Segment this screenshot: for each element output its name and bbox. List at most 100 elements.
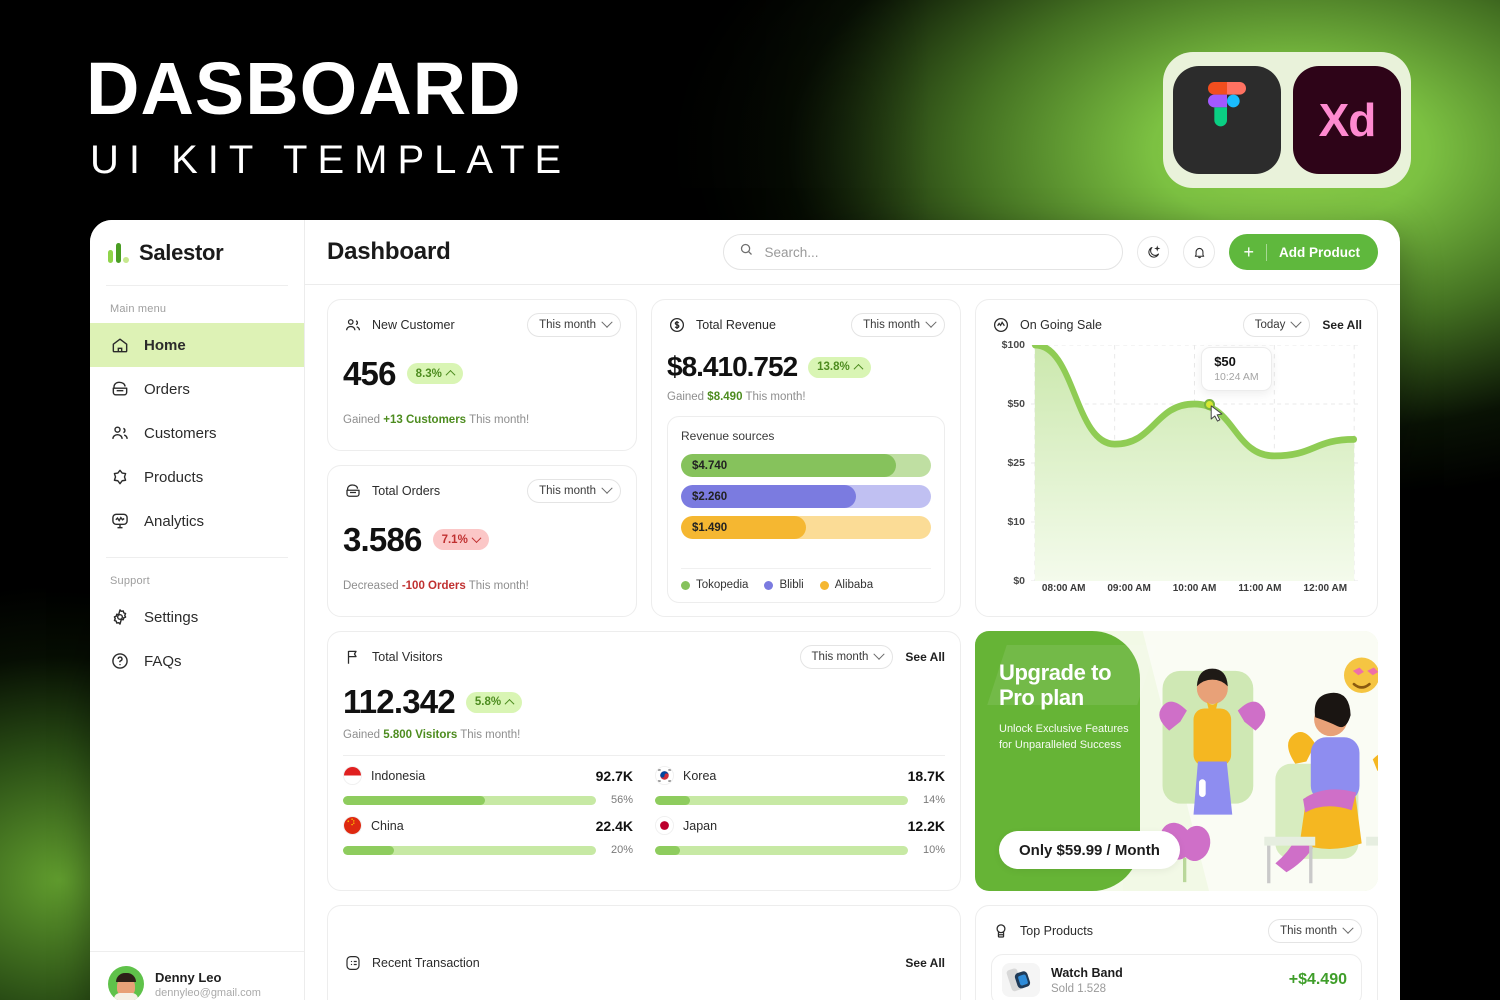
period-select[interactable]: This month (527, 313, 621, 337)
country-row: Indonesia 92.7K 56% (343, 766, 633, 810)
country-row: China 22.4K 20% (343, 816, 633, 860)
progress-bar (655, 845, 908, 855)
country-percent: 10% (922, 844, 945, 856)
footnote-suffix: This month! (469, 414, 530, 426)
card-title: New Customer (372, 318, 455, 332)
sidebar-item-label: Settings (144, 608, 199, 626)
chart-y-tick: $100 (1001, 339, 1025, 351)
period-value: Today (1254, 319, 1286, 331)
period-select[interactable]: This month (527, 479, 621, 503)
chart-x-tick: 10:00 AM (1172, 583, 1217, 594)
chart-y-tick: $0 (1013, 575, 1025, 587)
orders-icon (110, 379, 130, 399)
recent-transaction-card: Recent Transaction See All (327, 905, 961, 1000)
analytics-icon (110, 511, 130, 531)
chart-x-tick: 12:00 AM (1303, 583, 1348, 594)
sidebar-item-label: Analytics (144, 512, 205, 530)
chevron-down-icon (601, 482, 613, 494)
upgrade-price-button[interactable]: Only $59.99 / Month (999, 831, 1180, 869)
sidebar-item-settings[interactable]: Settings (90, 595, 304, 639)
progress-bar (343, 845, 596, 855)
country-percent: 20% (610, 844, 633, 856)
indonesia-flag (343, 766, 362, 785)
card-header: On Going Sale Today See All (991, 313, 1362, 337)
legend-label: Alibaba (834, 579, 874, 591)
progress-bar (343, 795, 596, 805)
customers-icon (110, 423, 130, 443)
footnote-highlight: 5.800 Visitors (383, 729, 458, 741)
period-select[interactable]: This month (799, 645, 894, 669)
revenue-legend: Tokopedia Blibli Alibaba (681, 568, 931, 591)
dark-mode-toggle[interactable] (1137, 236, 1170, 268)
country-row: Japan 12.2K 10% (655, 816, 945, 860)
total-orders-value: 3.586 (343, 521, 422, 558)
change-value: 8.3% (415, 367, 442, 380)
see-all-link[interactable]: See All (1322, 318, 1362, 332)
revenue-source-bar: $4.740 (681, 454, 931, 477)
product-thumbnail (1002, 963, 1040, 997)
total-orders-card: Total Orders This month 3.586 7.1% Decre… (327, 465, 637, 617)
revenue-sources-title: Revenue sources (681, 429, 775, 443)
card-header: Total Revenue This month (667, 313, 945, 337)
card-title: Top Products (1020, 924, 1093, 938)
see-all-link[interactable]: See All (905, 650, 945, 664)
bag-icon (991, 921, 1011, 941)
period-select[interactable]: This month (851, 313, 945, 337)
add-product-button[interactable]: + Add Product (1229, 234, 1378, 270)
chevron-down-icon (925, 316, 937, 328)
period-select[interactable]: This month (1268, 919, 1362, 943)
period-select[interactable]: Today (1242, 313, 1311, 337)
divider (1266, 243, 1267, 261)
sidebar-item-analytics[interactable]: Analytics (90, 499, 304, 543)
country-value: 92.7K (595, 767, 633, 784)
sidebar: Salestor Main menu Home Orders Customers… (90, 220, 305, 1000)
change-value: 7.1% (441, 533, 468, 546)
upgrade-banner[interactable]: Upgrade to Pro plan Unlock Exclusive Fea… (975, 631, 1378, 891)
home-icon (110, 335, 130, 355)
search-input[interactable] (764, 244, 1108, 260)
korea-flag (655, 766, 674, 785)
chevron-down-icon (873, 648, 886, 660)
app-window: Salestor Main menu Home Orders Customers… (90, 220, 1400, 1000)
total-visitors-card: Total Visitors This month See All 112.34… (327, 631, 961, 891)
sidebar-item-customers[interactable]: Customers (90, 411, 304, 455)
period-value: This month (539, 485, 596, 497)
sidebar-item-faqs[interactable]: FAQs (90, 639, 304, 683)
upgrade-title-line2: Pro plan (999, 684, 1084, 710)
sidebar-item-products[interactable]: Products (90, 455, 304, 499)
japan-flag (655, 816, 674, 835)
china-flag (343, 816, 362, 835)
product-row[interactable]: Watch Band Sold 1.528 +$4.490 (991, 954, 1362, 1000)
card-header: New Customer This month (343, 313, 621, 337)
country-name: Indonesia (371, 768, 426, 783)
sidebar-item-label: Orders (144, 380, 190, 398)
xd-label: Xd (1318, 94, 1377, 146)
upgrade-title: Upgrade to Pro plan (999, 660, 1184, 710)
total-visitors-value: 112.342 (343, 683, 456, 720)
footnote-suffix: This month! (468, 580, 529, 592)
sidebar-item-orders[interactable]: Orders (90, 367, 304, 411)
country-percent: 56% (610, 794, 633, 806)
flag-icon (343, 647, 363, 667)
chart-y-tick: $50 (1007, 398, 1025, 410)
sidebar-item-home[interactable]: Home (90, 323, 304, 367)
sidebar-item-label: FAQs (144, 652, 182, 670)
revenue-source-bar: $2.260 (681, 485, 931, 508)
user-profile[interactable]: Denny Leo dennyleo@gmail.com (90, 951, 304, 1000)
page-title: Dashboard (327, 238, 451, 265)
arrow-up-icon (445, 369, 456, 380)
see-all-link[interactable]: See All (905, 956, 945, 970)
gear-icon (110, 607, 130, 627)
search-bar[interactable] (723, 234, 1124, 270)
brand[interactable]: Salestor (90, 220, 304, 285)
logo-icon (108, 242, 129, 263)
legend-label: Blibli (779, 579, 804, 591)
add-product-label: Add Product (1279, 244, 1360, 260)
footnote-highlight: +13 Customers (383, 414, 467, 426)
total-revenue-card: Total Revenue This month $8.410.752 13.8… (651, 299, 961, 617)
notification-button[interactable] (1183, 236, 1216, 268)
card-title: On Going Sale (1020, 318, 1102, 332)
arrow-up-icon (504, 698, 515, 709)
sidebar-item-label: Home (144, 336, 186, 354)
new-customer-value: 456 (343, 355, 396, 392)
